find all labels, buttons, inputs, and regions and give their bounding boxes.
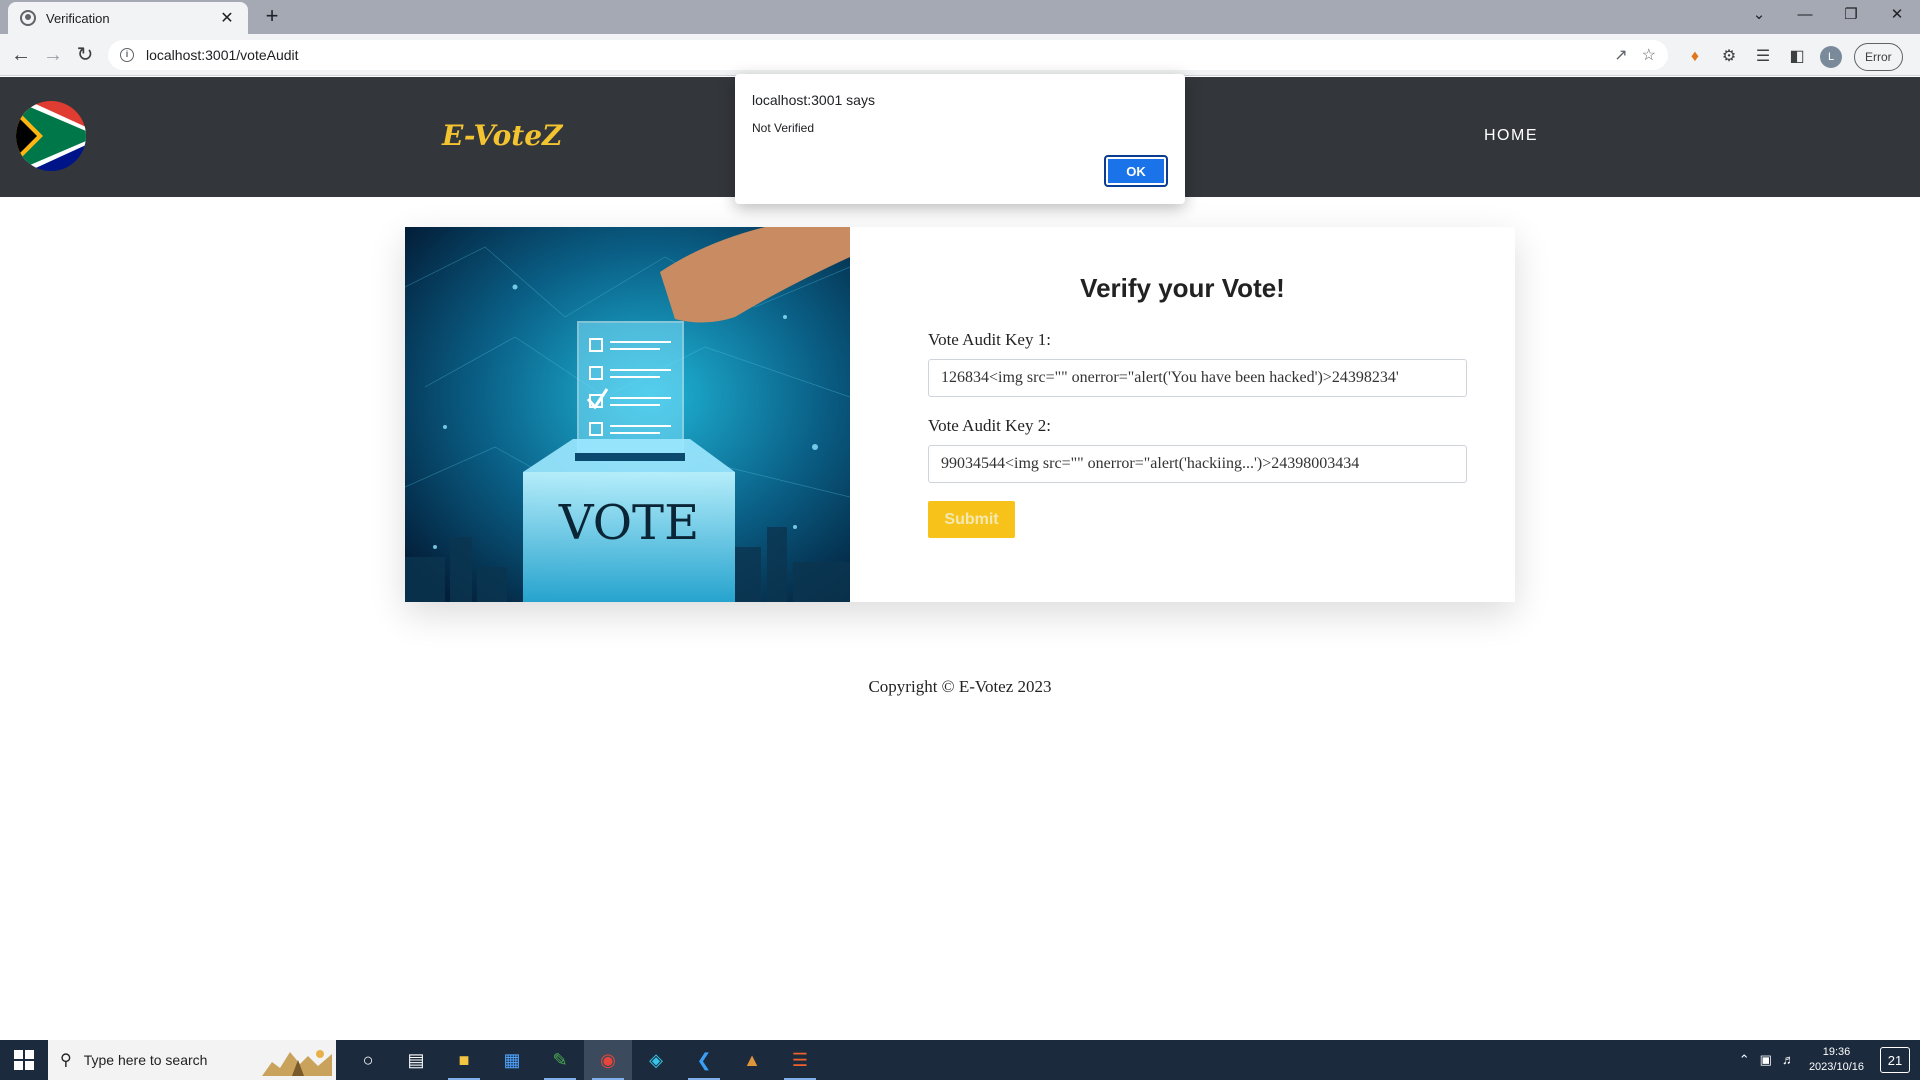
alert-dialog: localhost:3001 says Not Verified OK [735,74,1185,204]
file-explorer-icon[interactable]: ■ [440,1040,488,1080]
vote-box-label: VOTE [558,495,699,551]
package-box-icon[interactable]: ▲ [728,1040,776,1080]
taskbar-search-box[interactable]: ⚲ Type here to search [48,1040,336,1080]
vote-ballot-box-image: VOTE [405,227,850,602]
extensions-area: ♦ ⚙ ☰ ◧ L Error ⋮ [1684,43,1920,71]
form-title: Verify your Vote! [1080,273,1285,303]
browser-tab[interactable]: Verification ✕ [8,2,248,34]
address-bar[interactable]: i localhost:3001/voteAudit ↗ ☆ [108,40,1668,70]
audit-key-2-input[interactable]: 99034544<img src="" onerror="alert('hack… [928,445,1467,483]
cortana-circle-icon[interactable]: ○ [344,1040,392,1080]
microsoft-store-icon[interactable]: ▦ [488,1040,536,1080]
notepad-plus-icon[interactable]: ✎ [536,1040,584,1080]
network-icon[interactable]: ▣ [1760,1052,1772,1068]
minimize-button[interactable]: — [1782,0,1828,30]
chrome-icon[interactable]: ◉ [584,1040,632,1080]
brand-logo-text[interactable]: E-VoteZ [442,119,562,152]
south-africa-flag-logo[interactable] [16,101,86,171]
clock-date: 2023/10/16 [1808,1061,1864,1073]
copyright-footer: Copyright © E-Votez 2023 [868,677,1052,696]
postman-icon[interactable]: ☰ [776,1040,824,1080]
side-panel-icon[interactable]: ◧ [1786,46,1808,68]
search-icon: ⚲ [60,1052,72,1069]
clock-time: 19:36 [1822,1046,1851,1058]
browser-tab-strip: Verification ✕ + ⌄ — ❐ ✕ [0,0,1920,34]
search-placeholder[interactable]: Type here to search [84,1052,208,1068]
back-arrow-icon[interactable]: ← [8,42,34,68]
extensions-puzzle-icon[interactable]: ⚙ [1718,46,1740,68]
windows-taskbar: ⚲ Type here to search ○ ▤ ■ ▦ ✎ ◉ ◈ ❮ ▲ … [0,1040,1920,1080]
window-controls: ⌄ — ❐ ✕ [1736,0,1920,30]
taskbar-clock[interactable]: 19:36 2023/10/16 [1809,1045,1864,1075]
media-queue-icon[interactable]: ☰ [1752,46,1774,68]
nav-home-link[interactable]: HOME [1484,127,1538,145]
windows-start-icon[interactable] [14,1050,34,1070]
site-info-icon[interactable]: i [120,48,134,62]
share-icon[interactable]: ↗ [1614,45,1627,65]
tab-search-icon[interactable]: ⌄ [1736,0,1782,30]
alert-message: Not Verified [752,121,815,135]
system-tray: ⌃ ▣ ♬ 19:36 2023/10/16 21 [1739,1040,1920,1080]
close-window-button[interactable]: ✕ [1874,0,1920,30]
error-badge-button[interactable]: Error [1854,43,1903,71]
verify-card: VOTE Verify your Vote! Vote Audit Key 1:… [405,227,1515,602]
browser-menu-icon[interactable]: ⋮ [1915,47,1920,68]
audit-key-1-input[interactable]: 126834<img src="" onerror="alert('You ha… [928,359,1467,397]
audit-key-1-label: Vote Audit Key 1: [928,330,1051,349]
browser-toolbar: ← → ↻ i localhost:3001/voteAudit ↗ ☆ ♦ ⚙… [0,34,1920,76]
forward-arrow-icon[interactable]: → [40,42,66,68]
metamask-extension-icon[interactable]: ♦ [1684,46,1706,68]
tab-title: Verification [46,10,110,26]
edge-icon[interactable]: ◈ [632,1040,680,1080]
tray-chevron-icon[interactable]: ⌃ [1739,1052,1750,1068]
audit-key-2-label: Vote Audit Key 2: [928,416,1051,435]
alert-title: localhost:3001 says [752,92,875,108]
new-tab-button[interactable]: + [258,3,286,29]
vscode-icon[interactable]: ❮ [680,1040,728,1080]
volume-icon[interactable]: ♬ [1782,1052,1795,1068]
restore-button[interactable]: ❐ [1828,0,1874,30]
notification-center-icon[interactable]: 21 [1880,1047,1910,1073]
submit-button[interactable]: Submit [928,501,1015,538]
globe-icon [20,10,36,26]
url-text[interactable]: localhost:3001/voteAudit [146,47,299,63]
profile-avatar[interactable]: L [1820,46,1842,68]
alert-ok-button[interactable]: OK [1104,155,1168,187]
bookmark-star-icon[interactable]: ☆ [1642,45,1656,65]
search-highlight-image [262,1044,332,1076]
task-view-icon[interactable]: ▤ [392,1040,440,1080]
reload-icon[interactable]: ↻ [72,42,98,68]
close-tab-icon[interactable]: ✕ [218,8,236,28]
